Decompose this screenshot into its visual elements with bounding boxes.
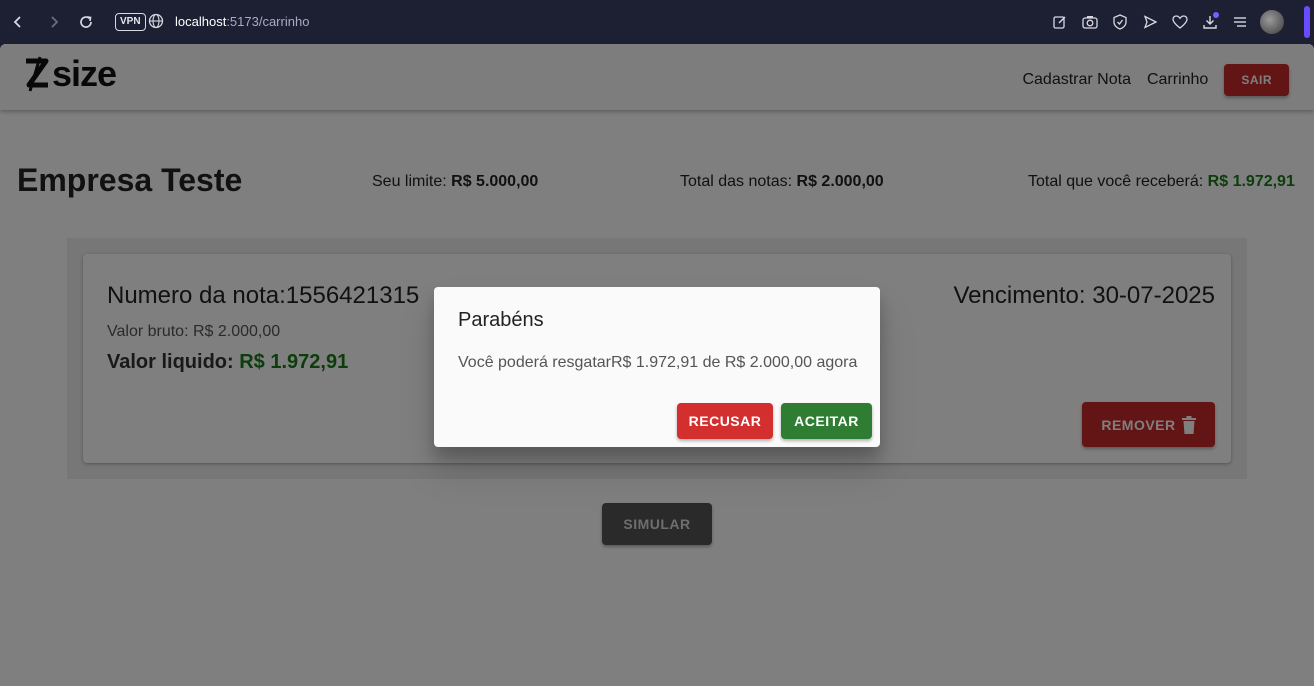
reload-icon[interactable] (75, 11, 97, 33)
page-viewport: size Cadastrar Nota Carrinho SAIR Empres… (0, 44, 1314, 686)
address-bar[interactable]: localhost:5173/carrinho (175, 14, 309, 29)
browser-toolbar: VPN localhost:5173/carrinho (0, 0, 1314, 44)
send-icon[interactable] (1140, 12, 1160, 32)
download-icon[interactable] (1200, 12, 1220, 32)
forward-icon[interactable] (43, 11, 65, 33)
shield-icon[interactable] (1110, 12, 1130, 32)
globe-icon (148, 13, 164, 29)
url-path: :5173/carrinho (226, 14, 310, 29)
url-host: localhost (175, 14, 227, 29)
avatar[interactable] (1260, 10, 1284, 34)
heart-icon[interactable] (1170, 12, 1190, 32)
decline-button[interactable]: RECUSAR (677, 403, 773, 439)
notification-dot (1213, 12, 1219, 18)
dialog-title: Parabéns (458, 309, 544, 331)
menu-icon[interactable] (1230, 12, 1250, 32)
sidebar-toggle[interactable] (1304, 6, 1310, 38)
accept-button[interactable]: ACEITAR (781, 403, 872, 439)
edit-icon[interactable] (1050, 12, 1070, 32)
dialog-message: Você poderá resgatarR$ 1.972,91 de R$ 2.… (458, 354, 858, 371)
confirm-dialog: Parabéns Você poderá resgatarR$ 1.972,91… (434, 287, 880, 447)
vpn-badge[interactable]: VPN (115, 13, 146, 31)
camera-icon[interactable] (1080, 12, 1100, 32)
back-icon[interactable] (7, 11, 29, 33)
